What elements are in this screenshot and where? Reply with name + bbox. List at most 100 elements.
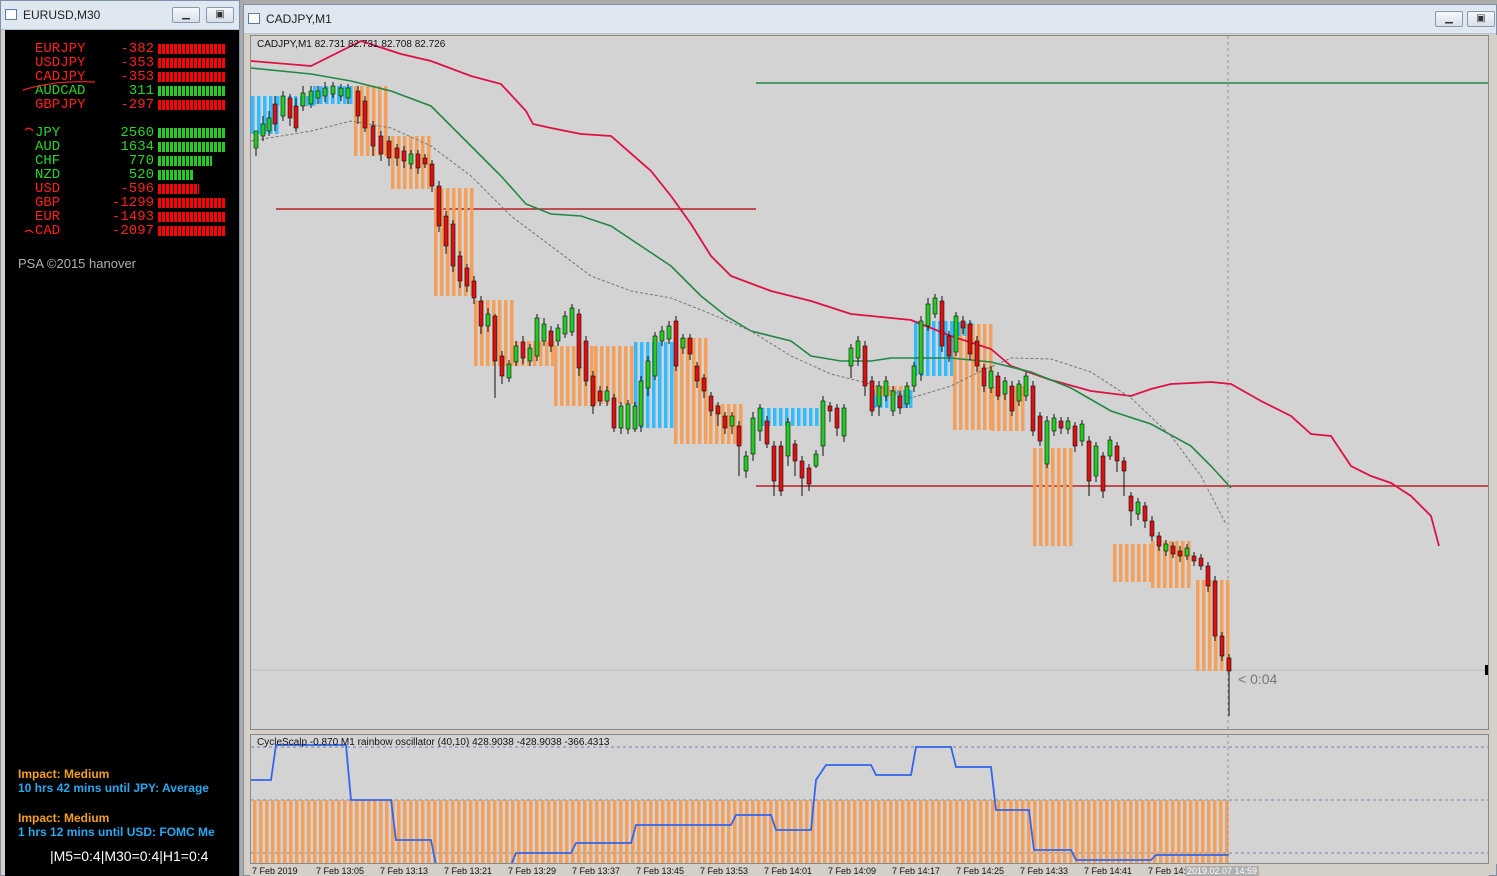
price-scale[interactable] <box>1490 35 1497 864</box>
currencies-strength-bar <box>158 128 226 138</box>
oscillator-bar <box>823 800 827 863</box>
oscillator-bar <box>439 800 443 863</box>
candle-body <box>308 90 314 105</box>
candle-body <box>1170 545 1176 555</box>
oscillator-panel[interactable]: CycleScalp -0.870 M1 rainbow oscillator … <box>250 734 1489 864</box>
zone-stripe <box>1039 448 1043 546</box>
oscillator-bar <box>1057 800 1061 863</box>
candle-body <box>471 280 477 299</box>
left-window-title: EURUSD,M30 <box>23 8 101 22</box>
zone-stripe <box>1131 544 1135 582</box>
oscillator-bar <box>421 800 425 863</box>
chart-window-icon <box>5 9 17 20</box>
oscillator-bar <box>889 800 893 863</box>
candle-body <box>855 340 861 359</box>
oscillator-bar <box>901 800 905 863</box>
candle-body <box>492 315 498 362</box>
zone-stripe <box>470 188 474 296</box>
candle-body <box>450 223 456 267</box>
time-label: 7 Feb 13:45 <box>636 866 685 876</box>
candle-body <box>1072 425 1078 447</box>
candle-body <box>1044 420 1050 465</box>
zone-stripe <box>698 338 702 444</box>
candle-body <box>820 400 826 447</box>
candle-body <box>1086 440 1092 482</box>
chart-ohlc-header: CADJPY,M1 82.731 82.731 82.708 82.726 <box>257 39 446 50</box>
zone-stripe <box>809 408 813 426</box>
oscillator-bar <box>853 800 857 863</box>
price-chart-svg <box>251 36 1488 729</box>
candle-body <box>355 90 361 117</box>
currencies-strength-bar <box>158 156 212 166</box>
oscillator-bar <box>595 800 599 863</box>
candle-body <box>260 123 266 137</box>
candle-body <box>708 395 714 412</box>
candle-body <box>743 455 749 472</box>
left-window-titlebar[interactable]: EURUSD,M30 ▁ ▣ <box>1 1 239 30</box>
oscillator-bar <box>1087 800 1091 863</box>
currencies-strength-bar <box>158 170 194 180</box>
zone-stripe <box>664 342 668 428</box>
currencies-strength-bar <box>158 212 226 222</box>
oscillator-bar <box>883 800 887 863</box>
zone-stripe <box>572 346 576 406</box>
oscillator-bar <box>907 800 911 863</box>
candle-body <box>694 365 700 382</box>
oscillator-bar <box>877 800 881 863</box>
oscillator-bar <box>925 800 929 863</box>
strength-panel: PSA ©2015 hanover Impact: Medium 10 hrs … <box>5 30 239 876</box>
candle-body <box>995 375 1001 397</box>
price-chart[interactable]: CADJPY,M1 82.731 82.731 82.708 82.726 <box>250 35 1489 730</box>
zone-stripe <box>692 338 696 444</box>
candle-body <box>457 255 463 282</box>
oscillator-bar <box>553 800 557 863</box>
zone-stripe <box>991 386 995 431</box>
oscillator-bar <box>253 800 257 863</box>
candle-body <box>611 397 617 429</box>
candle-body <box>1198 557 1204 567</box>
oscillator-bar <box>589 800 593 863</box>
oscillator-bar <box>667 800 671 863</box>
oscillator-bar <box>709 800 713 863</box>
candle-body <box>918 320 924 375</box>
candle-body <box>932 297 938 315</box>
oscillator-bar <box>1081 800 1085 863</box>
zone-stripe <box>1196 580 1200 671</box>
candle-body <box>925 303 931 327</box>
candle-body <box>785 421 791 457</box>
candle-body <box>272 103 278 125</box>
chart-window-titlebar[interactable]: CADJPY,M1 ▁ ▣ <box>244 5 1496 34</box>
oscillator-bar <box>463 800 467 863</box>
annotation-marks <box>22 81 96 234</box>
oscillator-bar <box>457 800 461 863</box>
candle-body <box>1163 543 1169 552</box>
oscillator-bar <box>919 800 923 863</box>
bar-countdown: < 0:04 <box>1238 671 1278 687</box>
left-restore-button[interactable]: ▣ <box>206 7 234 23</box>
zone-stripe <box>1051 448 1055 546</box>
oscillator-bar <box>1075 800 1079 863</box>
oscillator-bar <box>829 800 833 863</box>
oscillator-bar <box>991 800 995 863</box>
candle-body <box>652 335 658 377</box>
left-minimize-button[interactable]: ▁ <box>172 7 200 23</box>
chart-restore-button[interactable]: ▣ <box>1467 11 1495 27</box>
zone-stripe <box>670 342 674 428</box>
oscillator-bar <box>715 800 719 863</box>
candle-body <box>1037 415 1043 442</box>
zone-stripe <box>1057 448 1061 546</box>
time-label: 7 Feb 14:17 <box>892 866 941 876</box>
candle-body <box>562 315 568 335</box>
oscillator-bar <box>277 800 281 863</box>
candle-body <box>1128 495 1134 512</box>
candle-body <box>1065 420 1071 430</box>
oscillator-bar <box>937 800 941 863</box>
candle-body <box>541 323 547 342</box>
candle-body <box>370 125 376 147</box>
currencies-strength-bar <box>158 184 199 194</box>
chart-minimize-button[interactable]: ▁ <box>1435 11 1463 27</box>
oscillator-bar <box>895 800 899 863</box>
oscillator-bar <box>967 800 971 863</box>
current-price-marker <box>1485 665 1488 675</box>
oscillator-bar <box>271 800 275 863</box>
